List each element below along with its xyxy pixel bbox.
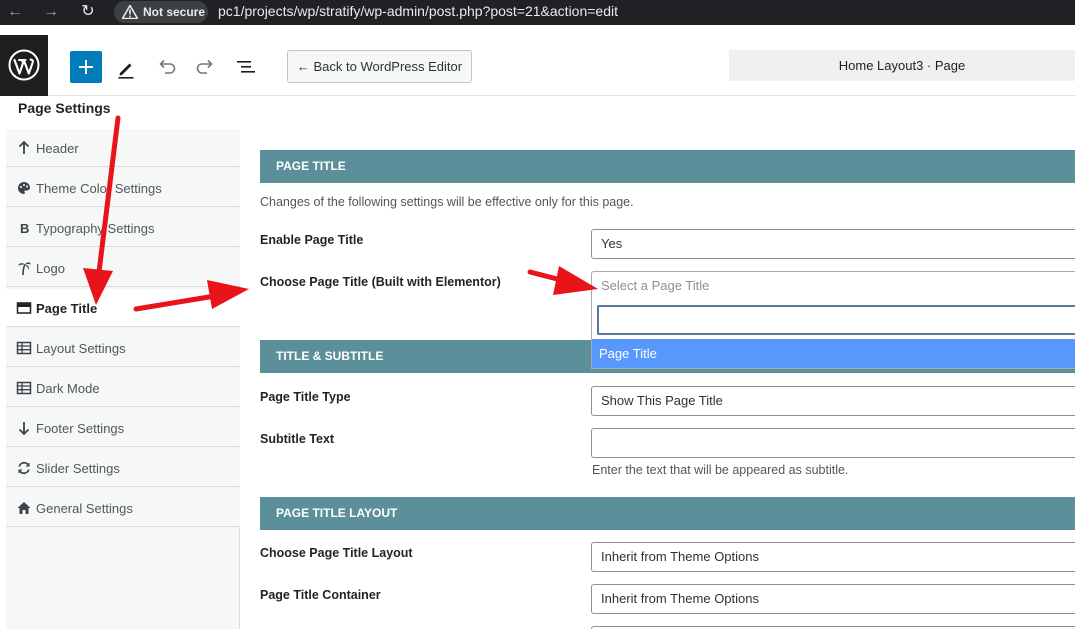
sidebar-item-label: Slider Settings — [36, 461, 120, 476]
settings-sidebar: Header Theme Color Settings B Typography… — [6, 129, 240, 629]
arrow-down-icon — [18, 422, 30, 436]
document-title[interactable]: Home Layout3 · Page — [729, 50, 1075, 81]
sidebar-item-footer-settings[interactable]: Footer Settings — [6, 409, 240, 447]
wordpress-logo-button[interactable] — [0, 35, 48, 96]
enable-page-title-label: Enable Page Title — [260, 233, 364, 247]
wordpress-logo-icon — [8, 49, 40, 81]
sidebar-item-logo[interactable]: Logo — [6, 249, 240, 287]
section-header-page-title: PAGE TITLE — [260, 150, 1075, 183]
sidebar-item-page-title[interactable]: Page Title — [6, 289, 240, 327]
sidebar-item-label: Page Title — [36, 301, 98, 316]
sidebar-item-label: Theme Color Settings — [36, 181, 162, 196]
sidebar-item-theme-color-settings[interactable]: Theme Color Settings — [6, 169, 240, 207]
subtitle-text-help: Enter the text that will be appeared as … — [592, 463, 849, 477]
sidebar-item-label: Layout Settings — [36, 341, 126, 356]
page-title-type-label: Page Title Type — [260, 390, 351, 404]
back-to-wordpress-editor-button[interactable]: ← Back to WordPress Editor — [287, 50, 472, 83]
choose-page-title-label: Choose Page Title (Built with Elementor) — [260, 275, 501, 289]
sidebar-item-layout-settings[interactable]: Layout Settings — [6, 329, 240, 367]
undo-icon[interactable] — [152, 53, 180, 81]
page-settings-title: Page Settings — [18, 100, 111, 116]
browser-reload-button[interactable]: ↻ — [77, 2, 99, 22]
sidebar-item-label: Logo — [36, 261, 65, 276]
sidebar-item-slider-settings[interactable]: Slider Settings — [6, 449, 240, 487]
page-title-icon — [16, 302, 32, 314]
url-text[interactable]: pc1/projects/wp/stratify/wp-admin/post.p… — [218, 3, 618, 19]
redo-icon[interactable] — [192, 53, 220, 81]
editor-toolbar: ← Back to WordPress Editor Home Layout3 … — [0, 35, 1075, 96]
not-secure-chip[interactable]: Not secure — [114, 1, 208, 23]
page-title-search-input[interactable] — [597, 305, 1075, 335]
enable-page-title-select[interactable]: Yes — [591, 229, 1075, 259]
sidebar-item-label: Typography Settings — [36, 221, 155, 236]
choose-page-title-select[interactable]: Select a Page Title — [591, 271, 1075, 301]
browser-back-button[interactable]: ← — [4, 2, 26, 22]
page-title-layout-label: Choose Page Title Layout — [260, 546, 413, 560]
table-icon — [16, 381, 32, 395]
sidebar-item-general-settings[interactable]: General Settings — [6, 489, 240, 527]
table-icon — [16, 341, 32, 355]
subtitle-text-label: Subtitle Text — [260, 432, 335, 446]
sidebar-item-header[interactable]: Header — [6, 129, 240, 167]
sidebar-item-typography-settings[interactable]: B Typography Settings — [6, 209, 240, 247]
subtitle-text-input[interactable] — [591, 428, 1075, 458]
palette-icon — [18, 182, 30, 194]
page-title-type-select[interactable]: Show This Page Title — [591, 386, 1075, 416]
bold-icon: B — [20, 221, 29, 236]
arrow-up-icon — [18, 140, 30, 154]
page-title-container-select[interactable]: Inherit from Theme Options — [591, 584, 1075, 614]
list-view-icon[interactable] — [232, 53, 260, 81]
svg-text:B: B — [20, 221, 29, 236]
section-header-page-title-layout: PAGE TITLE LAYOUT — [260, 497, 1075, 530]
dropdown-option-page-title[interactable]: Page Title — [592, 339, 1075, 368]
page-title-container-label: Page Title Container — [260, 588, 381, 602]
home-icon — [17, 502, 31, 514]
browser-address-bar: ← → ↻ Not secure pc1/projects/wp/stratif… — [0, 0, 1075, 25]
warning-icon — [122, 5, 138, 19]
app-window: ← → ↻ Not secure pc1/projects/wp/stratif… — [0, 0, 1075, 629]
sidebar-item-dark-mode[interactable]: Dark Mode — [6, 369, 240, 407]
palm-tree-icon — [18, 262, 31, 276]
sidebar-item-label: Header — [36, 141, 79, 156]
page-settings-description: Changes of the following settings will b… — [260, 195, 634, 209]
page-title-layout-select[interactable]: Inherit from Theme Options — [591, 542, 1075, 572]
browser-forward-button[interactable]: → — [40, 2, 62, 22]
pencil-icon[interactable] — [112, 53, 140, 81]
page-title-dropdown: Page Title — [591, 299, 1075, 369]
plus-icon — [79, 60, 93, 74]
refresh-icon — [18, 461, 30, 475]
annotation-arrow-to-select — [527, 266, 598, 295]
sidebar-item-label: Footer Settings — [36, 421, 125, 436]
sidebar-item-label: General Settings — [36, 501, 133, 516]
sidebar-item-label: Dark Mode — [36, 381, 100, 396]
not-secure-label: Not secure — [143, 5, 206, 19]
add-block-button[interactable] — [70, 51, 102, 83]
